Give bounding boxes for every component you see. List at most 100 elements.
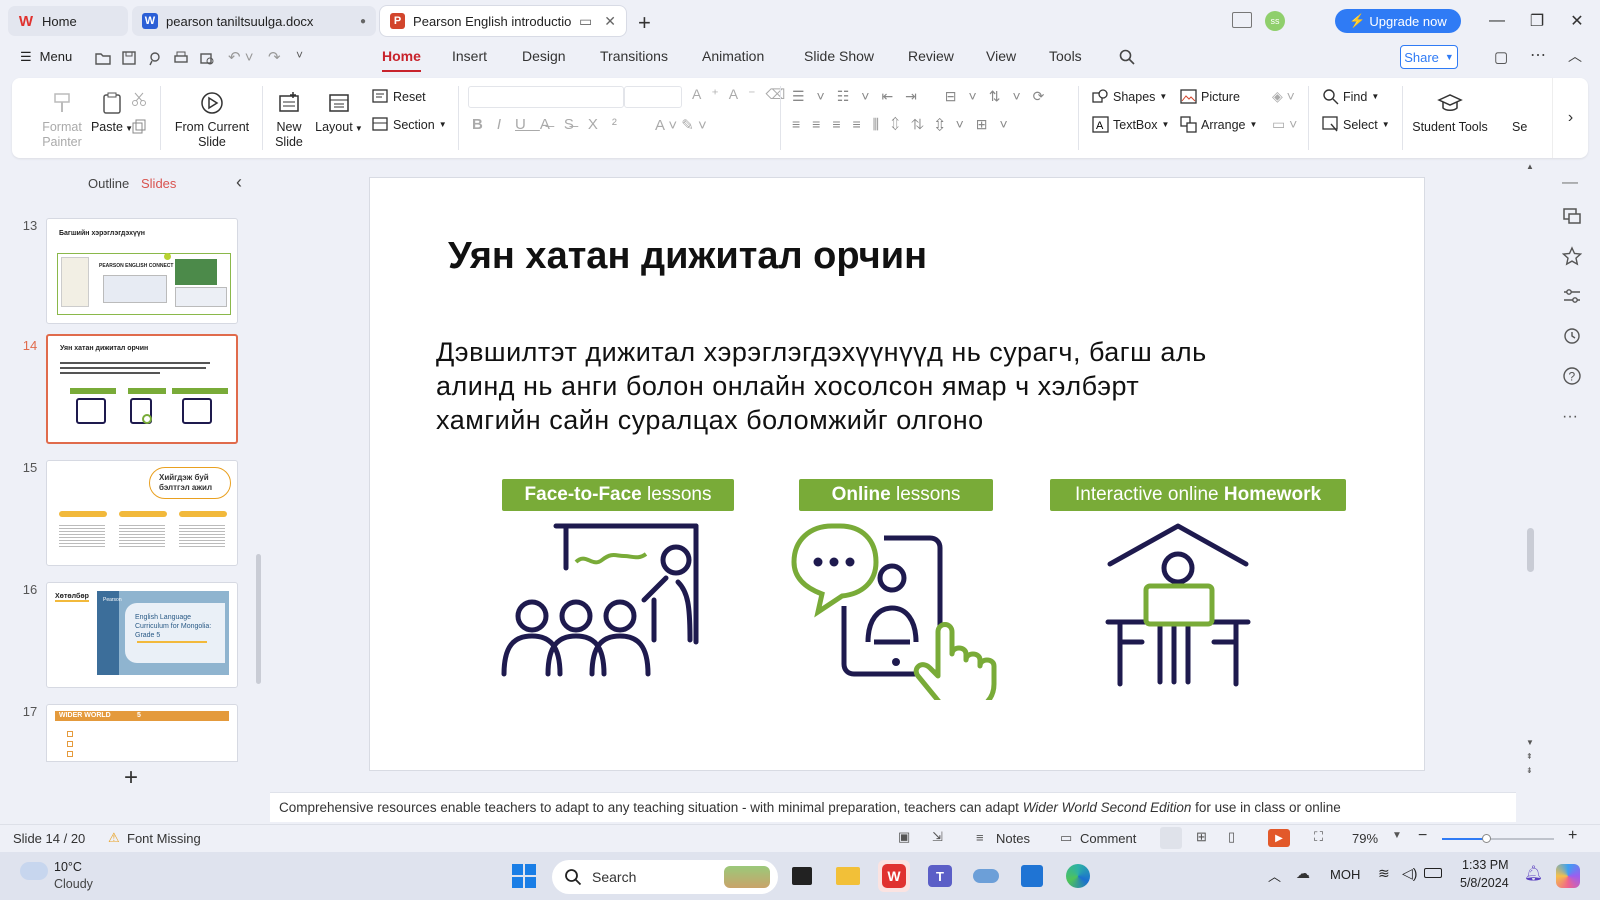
from-current-slide-button[interactable]: From Current Slide	[170, 90, 254, 150]
clock-date[interactable]: 5/8/2024	[1460, 876, 1509, 890]
reset-button[interactable]: Reset	[372, 88, 426, 105]
zoom-in-icon[interactable]: +	[1568, 827, 1577, 845]
teams-icon[interactable]: T	[924, 860, 956, 892]
format-panel-icon[interactable]	[1562, 206, 1582, 226]
textbox-button[interactable]: A TextBox ▼	[1092, 116, 1169, 133]
fit-slide-icon[interactable]: ⛶	[1314, 829, 1323, 845]
wps-office-icon[interactable]: W	[878, 860, 910, 892]
task-view-icon[interactable]	[786, 860, 818, 892]
copy-icon[interactable]	[130, 118, 148, 136]
adjust-icon[interactable]	[1562, 286, 1582, 306]
section-button[interactable]: Section ▼	[372, 116, 447, 133]
reading-view-icon[interactable]: ▯	[1228, 829, 1235, 845]
collapse-ribbon-icon[interactable]: ︿	[1568, 46, 1582, 66]
zoom-slider-thumb[interactable]	[1482, 834, 1491, 843]
history-icon[interactable]	[1562, 326, 1582, 346]
slide-body[interactable]: Дэвшилтэт дижитал хэрэглэгдэхүүнүүд нь с…	[436, 335, 1336, 437]
monitor-icon[interactable]: ▭	[579, 13, 592, 30]
truncated-ribbon-label[interactable]: Se	[1512, 120, 1527, 134]
unsaved-dot-icon[interactable]: ●	[360, 16, 366, 27]
menu-button[interactable]: ☰ Menu	[20, 49, 72, 65]
student-tools-button[interactable]: Student Tools	[1410, 90, 1490, 134]
tab-home-menu[interactable]: Home	[382, 48, 421, 72]
slide-thumbnail-14[interactable]: Уян хатан дижитал орчин	[46, 334, 238, 444]
scroll-down-icons[interactable]: ▼ ⇞ ⇟	[1526, 736, 1534, 778]
text-format-buttons[interactable]: BIUA̶S̶X²	[472, 116, 631, 133]
new-slide-button[interactable]: New Slide	[266, 90, 312, 150]
font-missing-label[interactable]: Font Missing	[127, 831, 201, 846]
copilot-icon[interactable]	[1556, 864, 1580, 888]
restore-icon[interactable]: ❐	[1524, 8, 1550, 34]
tab-design[interactable]: Design	[522, 48, 566, 64]
customize-chevron-icon[interactable]: ˅	[296, 48, 303, 62]
language-indicator[interactable]: МОН	[1330, 867, 1360, 882]
edge-browser-icon[interactable]	[1062, 860, 1094, 892]
slide-thumbnail-15[interactable]: Хийгдэж буй бэлтгэл ажил	[46, 460, 238, 566]
tab-animation[interactable]: Animation	[702, 48, 764, 64]
open-folder-icon[interactable]	[94, 49, 112, 67]
slide-title[interactable]: Уян хатан дижитал орчин	[448, 235, 927, 278]
tab-tools[interactable]: Tools	[1049, 48, 1082, 64]
windows-start-icon[interactable]	[508, 860, 540, 892]
badge-online[interactable]: Online lessons	[799, 479, 993, 511]
ribbon-scroll-right-icon[interactable]: ›	[1552, 78, 1588, 158]
slide[interactable]: Уян хатан дижитал орчин Дэвшилтэт дижита…	[370, 178, 1424, 770]
volume-icon[interactable]: ◁)	[1402, 865, 1417, 882]
alignment-buttons[interactable]: ≡≡≡≡⫼⇕⇅⇳˅⊞˅	[792, 116, 1020, 133]
file-explorer-icon[interactable]	[832, 860, 864, 892]
outline-tab[interactable]: Outline	[88, 176, 129, 191]
weather-temp[interactable]: 10°C	[54, 860, 82, 874]
onedrive-icon[interactable]: ☁	[1296, 865, 1310, 882]
find-button[interactable]: Find ▼	[1322, 88, 1379, 105]
font-size-dropdown[interactable]	[624, 86, 682, 108]
badge-interactive-homework[interactable]: Interactive online Homework	[1050, 479, 1346, 511]
weather-desc[interactable]: Cloudy	[54, 877, 93, 891]
picture-button[interactable]: Picture	[1180, 88, 1240, 105]
tab-docx[interactable]: W pearson taniltsuulga.docx ●	[132, 6, 376, 36]
speaker-notes[interactable]: Comprehensive resources enable teachers …	[270, 792, 1516, 822]
font-color-icon[interactable]: A ˅ ✎ ˅	[655, 116, 707, 134]
sorter-view-icon[interactable]: ⊞	[1196, 829, 1207, 845]
comment-toggle[interactable]: Comment	[1080, 831, 1136, 846]
print-icon[interactable]	[172, 49, 190, 67]
format-painter-button[interactable]: Format Painter	[32, 90, 92, 150]
arrange-button[interactable]: Arrange ▼	[1180, 116, 1257, 133]
minimize-icon[interactable]: —	[1484, 8, 1510, 34]
cut-icon[interactable]	[130, 90, 148, 108]
notes-toggle[interactable]: Notes	[996, 831, 1030, 846]
slide-thumbnail-17[interactable]: WIDER WORLD 5	[46, 704, 238, 762]
share-button[interactable]: Share ▼	[1400, 45, 1458, 69]
collapse-sidebar-icon[interactable]: —	[1562, 174, 1582, 194]
print-preview-icon[interactable]	[198, 49, 216, 67]
zoom-out-icon[interactable]: −	[1418, 827, 1427, 845]
tab-review[interactable]: Review	[908, 48, 954, 64]
wifi-icon[interactable]: ≋	[1378, 865, 1390, 882]
tab-view[interactable]: View	[986, 48, 1016, 64]
save-icon[interactable]	[120, 49, 138, 67]
select-button[interactable]: Select ▼	[1322, 116, 1390, 133]
new-tab-button[interactable]: +	[638, 10, 651, 36]
store-icon[interactable]	[1016, 860, 1048, 892]
zoom-dropdown-icon[interactable]: ▼	[1392, 830, 1402, 841]
fill-icon[interactable]: ◈ ˅	[1272, 88, 1295, 105]
comment-panel-icon[interactable]: ▢	[1494, 48, 1508, 66]
tab-home[interactable]: W Home	[8, 6, 128, 36]
redo-icon[interactable]: ↷	[268, 48, 281, 66]
close-window-icon[interactable]: ✕	[1564, 8, 1590, 34]
undo-icon[interactable]: ↶ ˅	[228, 48, 254, 66]
battery-icon[interactable]	[1424, 868, 1442, 878]
play-slideshow-icon[interactable]: ▶	[1268, 829, 1290, 847]
scroll-up-icon[interactable]: ▲	[1526, 162, 1536, 182]
close-tab-icon[interactable]: ✕	[604, 13, 616, 30]
tab-transitions[interactable]: Transitions	[600, 48, 668, 64]
cloud-app-icon[interactable]	[970, 860, 1002, 892]
more-options-icon[interactable]: ⋯	[1530, 45, 1546, 65]
slides-tab[interactable]: Slides	[141, 176, 176, 191]
workspace-icon[interactable]	[1232, 12, 1252, 28]
badge-face-to-face[interactable]: Face-to-Face lessons	[502, 479, 734, 511]
clock-time[interactable]: 1:33 PM	[1462, 858, 1509, 872]
search-icon[interactable]	[1118, 48, 1136, 66]
upgrade-button[interactable]: ⚡ Upgrade now	[1335, 9, 1461, 33]
export-icon[interactable]: ⇲	[932, 829, 943, 845]
add-slide-button[interactable]: +	[124, 764, 138, 792]
